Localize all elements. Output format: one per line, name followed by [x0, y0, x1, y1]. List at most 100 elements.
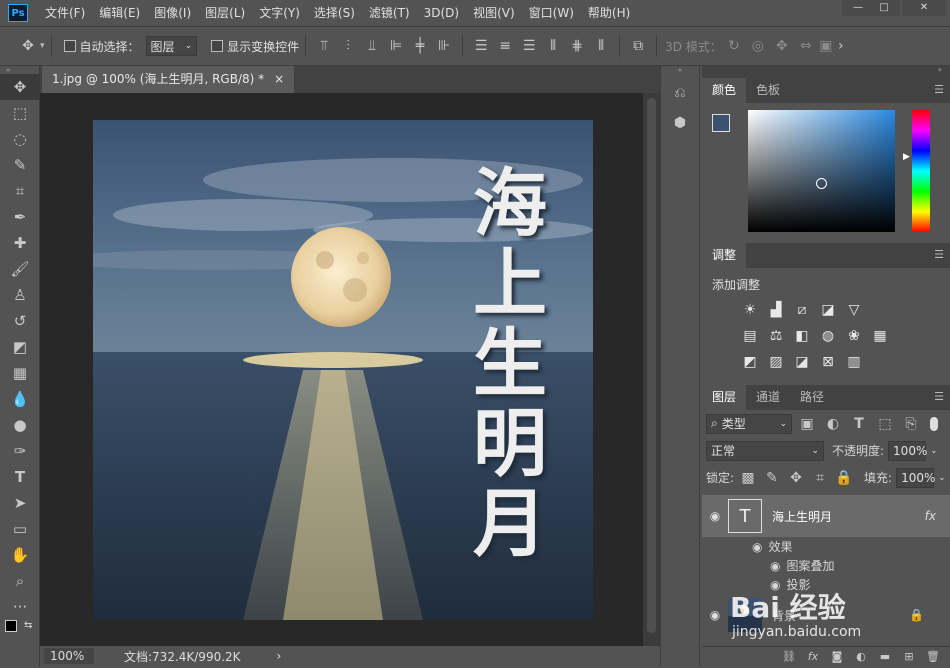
- opacity-field[interactable]: 100%: [888, 440, 927, 461]
- menu-type[interactable]: 文字(Y): [252, 0, 307, 26]
- eyedropper-tool-icon[interactable]: ✒: [0, 204, 40, 230]
- tab-swatches[interactable]: 色板: [746, 78, 790, 103]
- menu-file[interactable]: 文件(F): [38, 0, 92, 26]
- tab-adjustments[interactable]: 调整: [702, 243, 747, 268]
- distribute-bottom-icon[interactable]: ☰: [517, 35, 541, 57]
- distribute-top-icon[interactable]: ☰: [469, 35, 493, 57]
- photo-filter-icon[interactable]: ◍: [816, 325, 840, 347]
- document-canvas[interactable]: 海 上 生 明 月: [93, 120, 593, 620]
- layer-fx-icon[interactable]: fx: [925, 509, 936, 523]
- tab-color[interactable]: 颜色: [702, 78, 747, 103]
- 3d-scale-icon[interactable]: ▣: [818, 35, 834, 57]
- auto-select-checkbox[interactable]: [63, 40, 76, 52]
- align-vcenter-icon[interactable]: ⫶: [336, 35, 360, 57]
- healing-brush-tool-icon[interactable]: ✚: [0, 230, 40, 256]
- panel-menu-icon[interactable]: ☰: [934, 390, 944, 403]
- align-left-icon[interactable]: ⊫: [384, 35, 408, 57]
- hand-tool-icon[interactable]: ✋: [0, 542, 40, 568]
- new-layer-icon[interactable]: ⊞: [900, 646, 918, 668]
- distribute-vcenter-icon[interactable]: ≡: [493, 35, 517, 57]
- effect-row[interactable]: ◉ 投影: [702, 575, 950, 594]
- expand-dock-icon[interactable]: «: [661, 66, 699, 78]
- filter-pixel-icon[interactable]: ▣: [796, 413, 818, 435]
- link-layers-icon[interactable]: ⛓: [780, 646, 798, 668]
- brush-tool-icon[interactable]: 🖌: [0, 256, 40, 282]
- color-swatches[interactable]: ⇆: [0, 620, 40, 642]
- marquee-tool-icon[interactable]: ⬚: [0, 100, 40, 126]
- hue-saturation-icon[interactable]: ▤: [738, 325, 762, 347]
- collapse-dock-icon[interactable]: »: [938, 66, 942, 74]
- menu-layer[interactable]: 图层(L): [198, 0, 252, 26]
- 3d-slide-icon[interactable]: ⇔: [794, 35, 818, 57]
- eraser-tool-icon[interactable]: ◩: [0, 334, 40, 360]
- layer-name[interactable]: 海上生明月: [772, 508, 832, 525]
- more-tools-icon[interactable]: ···: [0, 594, 40, 620]
- distribute-hcenter-icon[interactable]: ⋕: [565, 35, 589, 57]
- menu-window[interactable]: 窗口(W): [522, 0, 581, 26]
- 3d-roll-icon[interactable]: ◎: [746, 35, 770, 57]
- color-picker-cursor[interactable]: [816, 178, 827, 189]
- new-group-icon[interactable]: ▬: [876, 646, 894, 668]
- curves-icon[interactable]: ⧄: [790, 299, 814, 321]
- scrollbar-thumb[interactable]: [647, 98, 656, 633]
- layer-name[interactable]: 背景: [772, 607, 796, 624]
- clone-stamp-tool-icon[interactable]: ♙: [0, 282, 40, 308]
- blur-tool-icon[interactable]: 💧: [0, 386, 40, 412]
- dodge-tool-icon[interactable]: ●: [0, 412, 40, 438]
- effects-row[interactable]: ◉ 效果: [702, 537, 950, 556]
- foreground-color-swatch[interactable]: [712, 114, 730, 132]
- menu-view[interactable]: 视图(V): [466, 0, 522, 26]
- selective-color-icon[interactable]: ⊠: [816, 351, 840, 373]
- brightness-contrast-icon[interactable]: ☀: [738, 299, 762, 321]
- hue-slider[interactable]: [912, 110, 930, 232]
- layer-row-background[interactable]: ◉ 背景 🔒: [702, 594, 950, 636]
- history-brush-tool-icon[interactable]: ↺: [0, 308, 40, 334]
- filter-shape-icon[interactable]: ⬚: [874, 413, 896, 435]
- 3d-pan-icon[interactable]: ✥: [770, 35, 794, 57]
- 3d-panel-icon[interactable]: ⬢: [661, 108, 699, 138]
- lock-all-icon[interactable]: 🔒: [834, 467, 854, 489]
- color-picker-field[interactable]: [748, 110, 895, 232]
- color-balance-icon[interactable]: ⚖: [764, 325, 788, 347]
- filter-type-icon[interactable]: T: [848, 413, 870, 435]
- layer-filter-dropdown[interactable]: ⌕ 类型 ⌄: [706, 413, 792, 434]
- menu-edit[interactable]: 编辑(E): [92, 0, 147, 26]
- move-tool-icon[interactable]: ✥: [0, 74, 40, 100]
- visibility-eye-icon[interactable]: ◉: [770, 559, 780, 573]
- move-tool-icon[interactable]: ✥: [16, 35, 40, 57]
- gradient-map-icon[interactable]: ▥: [842, 351, 866, 373]
- new-adjustment-layer-icon[interactable]: ◐: [852, 646, 870, 668]
- foreground-color-swatch[interactable]: [5, 620, 17, 632]
- posterize-icon[interactable]: ▨: [764, 351, 788, 373]
- tab-channels[interactable]: 通道: [746, 385, 790, 410]
- hue-slider-marker-icon[interactable]: ▶: [903, 152, 910, 162]
- layer-row-text[interactable]: ◉ T 海上生明月 fx: [702, 495, 950, 537]
- maximize-button[interactable]: □: [868, 0, 900, 16]
- add-layer-style-icon[interactable]: fx: [804, 646, 822, 668]
- color-lookup-icon[interactable]: ▦: [868, 325, 892, 347]
- black-white-icon[interactable]: ◧: [790, 325, 814, 347]
- type-tool-icon[interactable]: T: [0, 464, 40, 490]
- path-select-tool-icon[interactable]: ➤: [0, 490, 40, 516]
- levels-icon[interactable]: ▟: [764, 299, 788, 321]
- filter-adjustment-icon[interactable]: ◐: [822, 413, 844, 435]
- distribute-right-icon[interactable]: ⫴: [589, 35, 613, 57]
- collapse-toolbar-icon[interactable]: »: [0, 66, 39, 74]
- history-panel-icon[interactable]: ⎌: [661, 78, 699, 108]
- distribute-left-icon[interactable]: ⫴: [541, 35, 565, 57]
- swap-colors-icon[interactable]: ⇆: [24, 620, 32, 631]
- auto-select-dropdown[interactable]: 图层 ⌄: [145, 36, 198, 56]
- align-bottom-icon[interactable]: ⫫: [360, 35, 384, 57]
- blend-mode-dropdown[interactable]: 正常 ⌄: [706, 440, 824, 461]
- auto-align-icon[interactable]: ⧉: [626, 35, 650, 57]
- threshold-icon[interactable]: ◪: [790, 351, 814, 373]
- vibrance-icon[interactable]: ▽: [842, 299, 866, 321]
- channel-mixer-icon[interactable]: ❀: [842, 325, 866, 347]
- 3d-orbit-icon[interactable]: ↻: [722, 35, 746, 57]
- visibility-eye-icon[interactable]: ◉: [702, 509, 728, 523]
- panel-menu-icon[interactable]: ☰: [934, 248, 944, 261]
- fill-field[interactable]: 100%: [896, 467, 935, 488]
- close-window-button[interactable]: ✕: [902, 0, 946, 16]
- filter-toggle[interactable]: [930, 416, 938, 431]
- visibility-eye-icon[interactable]: ◉: [770, 578, 780, 592]
